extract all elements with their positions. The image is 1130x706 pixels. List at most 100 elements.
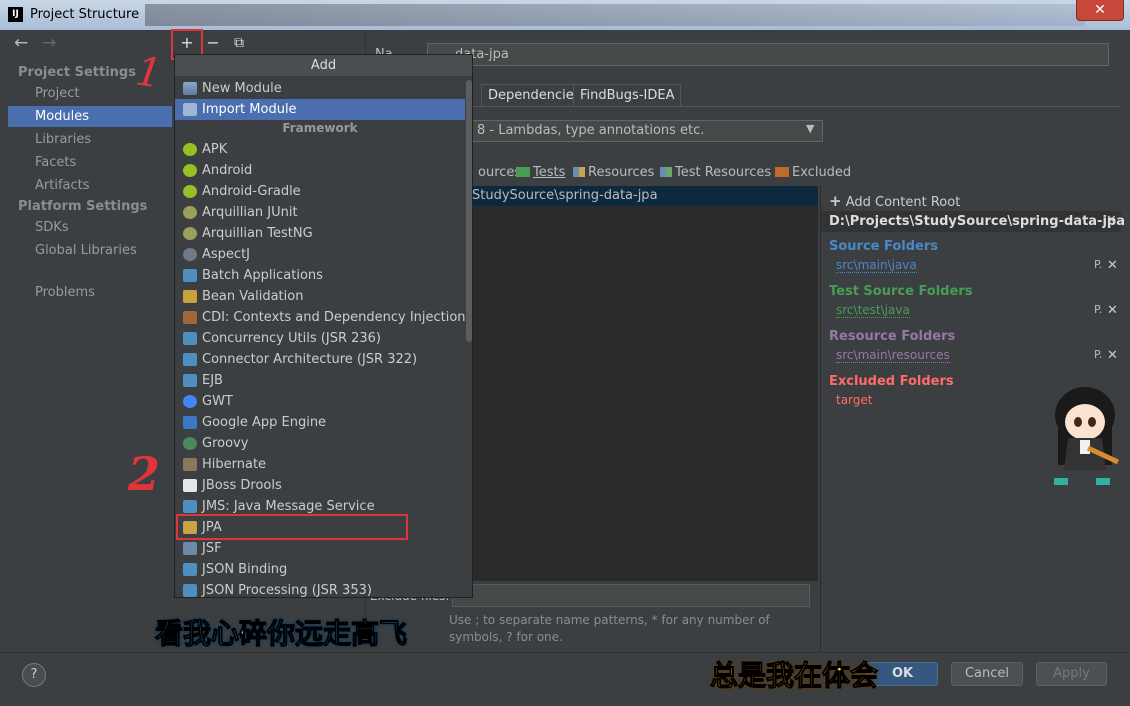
new-module-icon bbox=[183, 82, 197, 95]
source-folders-header: Source Folders bbox=[829, 239, 939, 254]
mark-resources[interactable]: Resources bbox=[573, 165, 654, 180]
exclude-files-input[interactable] bbox=[452, 584, 810, 607]
tab-findbugs[interactable]: FindBugs-IDEA bbox=[573, 84, 682, 107]
window-close-button[interactable]: ✕ bbox=[1076, 0, 1124, 21]
properties-icon[interactable]: P. bbox=[1094, 348, 1102, 361]
popup-scrollbar[interactable] bbox=[466, 80, 472, 342]
menu-item-framework[interactable]: Google App Engine bbox=[175, 412, 465, 433]
tab-dependencies[interactable]: Dependencies bbox=[481, 84, 588, 107]
tree-root-label: StudySource\spring-data-jpa bbox=[472, 188, 658, 203]
sidebar-item-problems[interactable]: Problems bbox=[8, 282, 172, 303]
menu-item-framework[interactable]: Hibernate bbox=[175, 454, 465, 475]
sidebar-item-facets[interactable]: Facets bbox=[8, 152, 172, 173]
menu-item-framework[interactable]: Arquillian JUnit bbox=[175, 202, 465, 223]
mark-test-resources[interactable]: Test Resources bbox=[660, 165, 771, 180]
framework-label: JBoss Drools bbox=[202, 478, 282, 493]
test-folder-icon bbox=[516, 167, 530, 177]
forward-arrow-icon[interactable]: → bbox=[42, 33, 56, 53]
menu-item-framework[interactable]: GWT bbox=[175, 391, 465, 412]
excluded-folder-icon bbox=[775, 167, 789, 177]
annotation-step-2: 2 bbox=[128, 447, 161, 501]
menu-item-framework[interactable]: Arquillian TestNG bbox=[175, 223, 465, 244]
sidebar-item-sdks[interactable]: SDKs bbox=[8, 217, 172, 238]
framework-label: Connector Architecture (JSR 322) bbox=[202, 352, 418, 367]
close-icon[interactable]: ✕ bbox=[1107, 348, 1118, 363]
add-content-root-button[interactable]: + Add Content Root bbox=[829, 192, 960, 210]
menu-item-framework[interactable]: JBoss Drools bbox=[175, 475, 465, 496]
framework-label: Concurrency Utils (JSR 236) bbox=[202, 331, 381, 346]
google-icon bbox=[183, 395, 197, 408]
menu-item-framework[interactable]: Groovy bbox=[175, 433, 465, 454]
mark-sources[interactable]: ources bbox=[478, 165, 521, 180]
language-level-select[interactable]: 8 - Lambdas, type annotations etc. bbox=[470, 120, 823, 142]
framework-label: JSON Binding bbox=[202, 562, 288, 577]
close-icon[interactable]: ✕ bbox=[1107, 303, 1118, 318]
arquillian-icon bbox=[183, 206, 197, 219]
framework-label: Arquillian JUnit bbox=[202, 205, 298, 220]
menu-item-framework[interactable]: EJB bbox=[175, 370, 465, 391]
module-icon bbox=[183, 374, 197, 387]
content-root-path: D:\Projects\StudySource\spring-data-jpa bbox=[829, 214, 1125, 229]
bean-icon bbox=[183, 290, 197, 303]
menu-item-framework[interactable]: JSON Processing (JSR 353) bbox=[175, 580, 465, 601]
menu-item-framework[interactable]: Batch Applications bbox=[175, 265, 465, 286]
menu-item-framework[interactable]: CDI: Contexts and Dependency Injection bbox=[175, 307, 466, 328]
menu-item-framework[interactable]: APK bbox=[175, 139, 465, 160]
sidebar-item-global-libraries[interactable]: Global Libraries bbox=[8, 240, 172, 261]
sidebar-item-modules[interactable]: Modules bbox=[8, 106, 172, 127]
remove-root-icon[interactable]: ✕ bbox=[1106, 213, 1117, 228]
module-icon bbox=[183, 500, 197, 513]
mark-tests[interactable]: Tests bbox=[516, 165, 565, 180]
remove-icon[interactable]: − bbox=[203, 33, 223, 53]
menu-item-framework[interactable]: JSF bbox=[175, 538, 465, 559]
menu-item-framework[interactable]: Concurrency Utils (JSR 236) bbox=[175, 328, 465, 349]
appengine-icon bbox=[183, 416, 197, 429]
menu-item-framework[interactable]: Android-Gradle bbox=[175, 181, 465, 202]
menu-item-new-module[interactable]: New Module bbox=[175, 78, 465, 99]
mascot-image bbox=[1054, 387, 1120, 485]
drools-icon bbox=[183, 479, 197, 492]
back-arrow-icon[interactable]: ← bbox=[14, 33, 28, 53]
cancel-button[interactable]: Cancel bbox=[951, 662, 1023, 686]
menu-item-framework[interactable]: Bean Validation bbox=[175, 286, 465, 307]
framework-label: JSON Processing (JSR 353) bbox=[202, 583, 372, 598]
help-button[interactable]: ? bbox=[22, 663, 46, 687]
plus-icon: + bbox=[829, 192, 842, 210]
framework-label: JSF bbox=[202, 541, 222, 556]
framework-label: Android-Gradle bbox=[202, 184, 301, 199]
jsf-icon bbox=[183, 542, 197, 555]
background-menu-bar bbox=[145, 4, 1085, 26]
framework-label: Arquillian TestNG bbox=[202, 226, 313, 241]
close-icon[interactable]: ✕ bbox=[1107, 258, 1118, 273]
sidebar-item-libraries[interactable]: Libraries bbox=[8, 129, 172, 150]
menu-item-import-module[interactable]: Import Module bbox=[175, 99, 465, 120]
test-source-folders-header: Test Source Folders bbox=[829, 284, 973, 299]
properties-icon[interactable]: P. bbox=[1094, 258, 1102, 271]
menu-item-framework[interactable]: AspectJ bbox=[175, 244, 465, 265]
subtitle-line-1: 看我心碎你远走高飞 bbox=[154, 617, 408, 651]
menu-item-framework[interactable]: JSON Binding bbox=[175, 559, 465, 580]
framework-section-header: Framework bbox=[282, 121, 358, 135]
mark-excluded[interactable]: Excluded bbox=[775, 165, 851, 180]
copy-icon[interactable]: ⧉ bbox=[229, 33, 249, 53]
popup-header: Add bbox=[175, 55, 472, 76]
resource-folder-icon bbox=[573, 167, 585, 177]
highlight-jpa-box bbox=[176, 514, 408, 540]
hibernate-icon bbox=[183, 458, 197, 471]
framework-label: Batch Applications bbox=[202, 268, 323, 283]
sidebar-item-artifacts[interactable]: Artifacts bbox=[8, 175, 172, 196]
menu-item-framework[interactable]: Android bbox=[175, 160, 465, 181]
framework-label: Google App Engine bbox=[202, 415, 327, 430]
apply-button[interactable]: Apply bbox=[1036, 662, 1107, 686]
project-settings-header: Project Settings bbox=[18, 65, 136, 80]
module-icon bbox=[183, 269, 197, 282]
module-name-field[interactable]: data-jpa bbox=[427, 43, 1109, 66]
framework-label: EJB bbox=[202, 373, 223, 388]
chevron-down-icon[interactable]: ▼ bbox=[806, 122, 814, 135]
framework-label: JMS: Java Message Service bbox=[202, 499, 375, 514]
menu-item-framework[interactable]: Connector Architecture (JSR 322) bbox=[175, 349, 465, 370]
test-resource-folder-icon bbox=[660, 167, 672, 177]
source-folder-path: src\main\java bbox=[836, 258, 917, 273]
android-icon bbox=[183, 185, 197, 198]
properties-icon[interactable]: P. bbox=[1094, 303, 1102, 316]
